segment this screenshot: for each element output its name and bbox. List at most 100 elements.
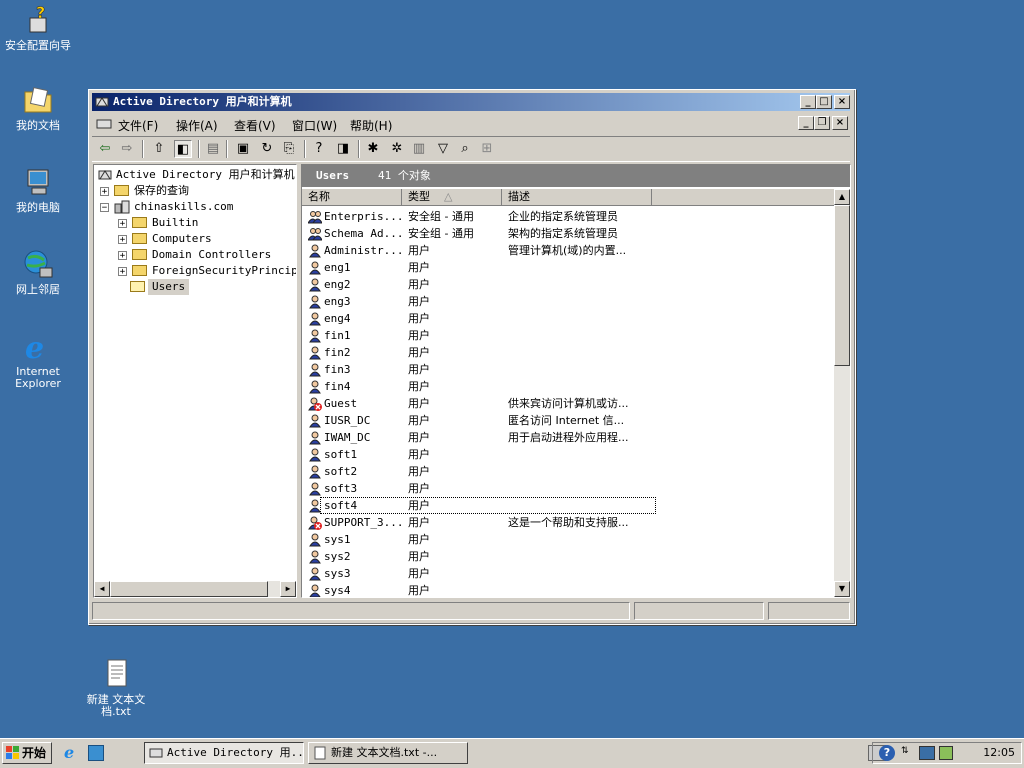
child-minimize-button[interactable]: _ [798,116,814,130]
table-row[interactable]: soft1 用户 [306,446,834,463]
menu-view[interactable]: 查看(V) [234,117,276,134]
menu-file[interactable]: 文件(F) [118,117,158,134]
task-notepad[interactable]: 新建 文本文档.txt -... [308,742,468,764]
minimize-button[interactable]: _ [800,95,816,109]
table-row[interactable]: fin2 用户 [306,344,834,361]
cell-description: 管理计算机(域)的内置... [508,244,627,257]
up-folder-icon[interactable]: ⇧ [150,140,168,158]
notepad-task-icon [313,746,327,763]
group-icon [307,227,323,241]
desktop-icon-my-documents[interactable]: 我的文档 [0,84,76,132]
new-user-icon[interactable]: ✱ [364,140,382,158]
table-row[interactable]: Schema Ad... 安全组 - 通用 架构的指定系统管理员 [306,225,834,242]
maximize-button[interactable]: □ [816,95,832,109]
refresh-icon[interactable]: ↻ [258,140,276,158]
desktop-icon-text-file[interactable]: 新建 文本文档.txt [78,658,154,718]
table-row[interactable]: eng1 用户 [306,259,834,276]
tray-monitor-icon[interactable] [919,746,935,760]
menu-action[interactable]: 操作(A) [176,117,218,134]
table-row[interactable]: Administr... 用户 管理计算机(域)的内置... [306,242,834,259]
expand-icon[interactable]: + [100,187,109,197]
user-icon [308,448,322,462]
new-ou-icon[interactable]: ▥ [410,140,428,158]
cell-type: 用户 [408,516,430,529]
tray-help-icon[interactable]: ? [879,745,895,761]
table-row[interactable]: fin4 用户 [306,378,834,395]
scroll-thumb[interactable] [834,205,850,366]
disabled-user-icon [308,397,322,411]
child-restore-button[interactable]: ❐ [814,116,830,130]
table-row[interactable]: sys3 用户 [306,565,834,582]
title-bar[interactable]: Active Directory 用户和计算机 _ □ × [92,93,850,111]
sort-ascending-icon: △ [444,190,453,203]
scroll-up-button[interactable]: ▲ [834,189,850,205]
cell-type: 用户 [408,346,430,359]
table-row[interactable]: SUPPORT_3... 用户 这是一个帮助和支持服... [306,514,834,531]
scroll-thumb[interactable] [110,581,268,597]
add-to-group-icon[interactable]: ⊞ [478,140,496,158]
back-arrow-icon[interactable]: ⇦ [96,140,114,158]
column-header-description[interactable]: 描述 [502,189,652,206]
table-row[interactable]: soft4 用户 [306,497,834,514]
scroll-down-button[interactable]: ▼ [834,581,850,597]
find-icon[interactable]: ⌕ [456,140,474,158]
new-group-icon[interactable]: ✲ [388,140,406,158]
desktop-icon-my-computer[interactable]: 我的电脑 [0,166,76,214]
table-row[interactable]: fin3 用户 [306,361,834,378]
menu-window[interactable]: 窗口(W) [292,117,337,134]
table-row[interactable]: Guest 用户 供来宾访问计算机或访... [306,395,834,412]
task-aduc[interactable]: Active Directory 用... [144,742,304,764]
console-tree-icon[interactable]: ◨ [334,140,352,158]
filter-icon[interactable]: ▽ [434,140,452,158]
delete-icon[interactable]: ▤ [204,140,222,158]
desktop-icon-security-wizard[interactable]: ? 安全配置向导 [0,3,76,52]
scroll-right-button[interactable]: ▶ [280,581,296,597]
cell-type: 用户 [408,499,430,512]
cell-type: 用户 [408,363,430,376]
desktop-icon-label: 我的电脑 [16,201,60,214]
quicklaunch-desktop-icon[interactable] [88,745,104,761]
show-tree-icon[interactable]: ◧ [174,140,192,158]
forward-arrow-icon[interactable]: ⇨ [118,140,136,158]
scroll-left-button[interactable]: ◀ [94,581,110,597]
table-row[interactable]: IUSR_DC 用户 匿名访问 Internet 信... [306,412,834,429]
export-list-icon[interactable]: ⎘ [280,140,298,158]
desktop-icon-internet-explorer[interactable]: e Internet Explorer [0,330,76,390]
table-row[interactable]: Enterpris... 安全组 - 通用 企业的指定系统管理员 [306,208,834,225]
menu-icon[interactable] [96,116,112,132]
desktop-icon-network[interactable]: 网上邻居 [0,248,76,296]
expand-icon[interactable]: + [118,251,127,261]
table-row[interactable]: soft3 用户 [306,480,834,497]
menu-help[interactable]: 帮助(H) [350,117,392,134]
tray-network-icon[interactable]: ⇅ [901,746,913,760]
table-row[interactable]: eng4 用户 [306,310,834,327]
table-row[interactable]: fin1 用户 [306,327,834,344]
table-row[interactable]: eng2 用户 [306,276,834,293]
close-button[interactable]: × [834,95,850,109]
properties-icon[interactable]: ▣ [234,140,252,158]
cell-name: soft1 [324,448,358,461]
expand-icon[interactable]: + [118,235,127,245]
expand-icon[interactable]: + [118,267,127,277]
user-icon [308,584,322,597]
table-row[interactable]: sys4 用户 [306,582,834,597]
table-row[interactable]: sys2 用户 [306,548,834,565]
table-row[interactable]: soft2 用户 [306,463,834,480]
vertical-scrollbar[interactable]: ▲ ▼ [834,189,850,597]
cell-type: 用户 [408,567,430,580]
cell-type: 用户 [408,278,430,291]
column-header-type[interactable]: 类型 △ [402,189,502,206]
quicklaunch-ie-icon[interactable]: e [64,744,82,762]
table-row[interactable]: sys1 用户 [306,531,834,548]
collapse-icon[interactable]: − [100,203,109,213]
tree-horizontal-scrollbar[interactable]: ◀ ▶ [94,581,296,597]
tray-network-status-icon[interactable] [939,746,953,760]
expand-icon[interactable]: + [118,219,127,229]
child-close-button[interactable]: × [832,116,848,130]
column-header-name[interactable]: 名称 [302,189,402,206]
aduc-task-icon [149,746,163,763]
table-row[interactable]: IWAM_DC 用户 用于启动进程外应用程... [306,429,834,446]
start-button[interactable]: 开始 [2,742,52,764]
table-row[interactable]: eng3 用户 [306,293,834,310]
help-icon[interactable]: ? [310,140,328,158]
